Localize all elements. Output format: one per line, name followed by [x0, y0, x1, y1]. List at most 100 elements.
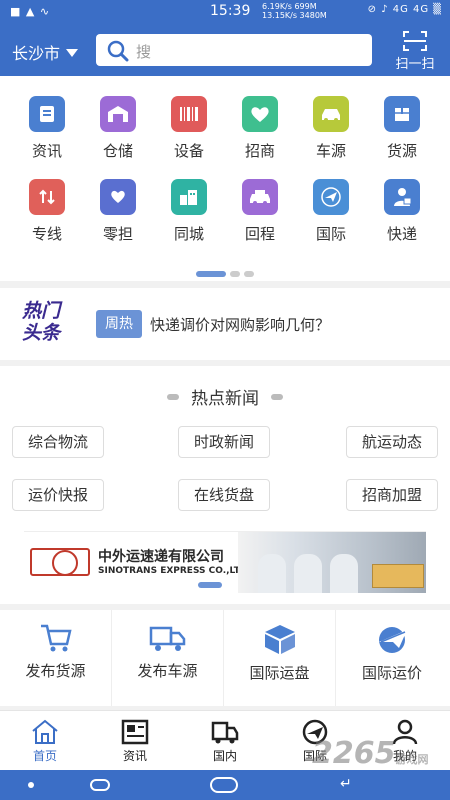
category-grid: 资讯 仓储 设备 招商 车源 货源 专线 零担 同城 回程 国际 快递 — [0, 76, 450, 281]
box-icon — [264, 625, 295, 654]
cargo-box-image — [372, 564, 424, 588]
person-figure — [294, 554, 322, 593]
globe-icon — [52, 550, 78, 576]
weekly-hot-tag: 周热 — [96, 310, 142, 338]
category-label: 货源 — [386, 142, 417, 160]
international-rate-button[interactable]: 国际运价 — [336, 610, 448, 706]
section-title-text: 热点新闻 — [191, 389, 259, 409]
category-label: 设备 — [173, 142, 204, 160]
scan-button[interactable]: 扫一扫 — [388, 30, 442, 72]
cart-icon — [40, 624, 72, 652]
category-equipment[interactable]: 设备 — [159, 96, 219, 166]
system-dot-icon[interactable] — [28, 782, 34, 788]
publish-section: 发布货源 发布车源 国际运盘 国际运价 — [0, 610, 450, 706]
news-icon — [121, 719, 149, 745]
globe-plane-icon — [379, 627, 407, 653]
city-label: 长沙市 — [12, 44, 61, 63]
news-chip[interactable]: 综合物流 — [12, 426, 104, 458]
logo-line-2: 头条 — [22, 322, 61, 344]
scan-label: 扫一扫 — [395, 57, 435, 72]
category-label: 招商 — [244, 142, 275, 160]
car-icon — [313, 96, 349, 132]
category-warehouse[interactable]: 仓储 — [88, 96, 148, 166]
company-name-en: SINOTRANS EXPRESS CO.,LTD. — [98, 566, 251, 576]
truck-icon — [211, 721, 239, 744]
category-courier[interactable]: 快递 — [372, 179, 432, 249]
home-button-icon[interactable] — [210, 777, 238, 793]
watermark-text: 2265 — [312, 736, 396, 771]
publish-label: 发布车源 — [137, 662, 198, 680]
indicator-dot-active — [196, 271, 226, 277]
logo-line-1: 热门 — [22, 300, 61, 322]
category-ltl[interactable]: 零担 — [88, 179, 148, 249]
status-right-icons: ⊘ ♪ 4G 4G ▒ — [367, 4, 442, 15]
nav-label: 资讯 — [122, 749, 147, 763]
category-vehicles[interactable]: 车源 — [301, 96, 361, 166]
title-dash-left — [167, 394, 179, 400]
status-left-icons: ■ ▲ ∿ — [10, 5, 51, 18]
return-truck-icon — [242, 179, 278, 215]
category-international[interactable]: 国际 — [301, 179, 361, 249]
watermark: 2265游戏网 — [312, 736, 429, 771]
category-news[interactable]: 资讯 — [17, 96, 77, 166]
speed-line-1: 6.19K/s 699M — [262, 2, 317, 11]
search-icon — [107, 40, 129, 62]
company-name-cn: 中外运速递有限公司 — [98, 549, 224, 565]
news-chip[interactable]: 招商加盟 — [346, 479, 438, 511]
heart-box-icon — [100, 179, 136, 215]
system-navigation-bar: ↵ — [0, 770, 450, 800]
category-cargo[interactable]: 货源 — [372, 96, 432, 166]
publish-label: 国际运价 — [361, 664, 422, 682]
title-dash-right — [271, 394, 283, 400]
nav-news[interactable]: 资讯 — [90, 711, 180, 771]
cargo-box-icon — [384, 96, 420, 132]
nav-home[interactable]: 首页 — [0, 711, 90, 771]
sinotrans-logo — [30, 548, 90, 576]
headline-text[interactable]: 快递调价对网购影响几何？ — [150, 314, 330, 335]
route-icon — [29, 179, 65, 215]
publish-label: 发布货源 — [25, 662, 86, 680]
search-placeholder: 搜 — [136, 43, 152, 61]
news-chip[interactable]: 时政新闻 — [178, 426, 270, 458]
publish-label: 国际运盘 — [249, 664, 310, 682]
banner-photo — [238, 532, 426, 593]
news-chip[interactable]: 运价快报 — [12, 479, 104, 511]
news-chip[interactable]: 航运动态 — [346, 426, 438, 458]
category-same-city[interactable]: 同城 — [159, 179, 219, 249]
barcode-icon — [171, 96, 207, 132]
category-investment[interactable]: 招商 — [230, 96, 290, 166]
speed-line-2: 13.15K/s 3480M — [262, 11, 327, 20]
home-icon — [32, 719, 58, 744]
indicator-dot — [230, 271, 240, 277]
category-label: 零担 — [102, 225, 133, 243]
publish-vehicle-button[interactable]: 发布车源 — [112, 610, 224, 706]
section-title: 热点新闻 — [0, 384, 450, 409]
status-time: 15:39 — [210, 3, 251, 19]
courier-icon — [384, 179, 420, 215]
nav-label: 国内 — [212, 749, 237, 763]
category-label: 国际 — [315, 225, 346, 243]
hot-news-section: 热点新闻 综合物流 时政新闻 航运动态 运价快报 在线货盘 招商加盟 中外运速递… — [0, 366, 450, 604]
carousel-indicator — [0, 262, 450, 281]
category-return-trip[interactable]: 回程 — [230, 179, 290, 249]
ad-banner[interactable]: 中外运速递有限公司 SINOTRANS EXPRESS CO.,LTD. — [24, 531, 426, 593]
news-chip[interactable]: 在线货盘 — [178, 479, 270, 511]
app-header: 长沙市 搜 扫一扫 — [0, 24, 450, 76]
status-bar: ■ ▲ ∿ 15:39 6.19K/s 699M 13.15K/s 3480M … — [0, 0, 450, 24]
city-selector[interactable]: 长沙市 — [12, 40, 79, 64]
nav-domestic[interactable]: 国内 — [180, 711, 270, 771]
search-input[interactable]: 搜 — [96, 34, 372, 66]
news-icon — [29, 96, 65, 132]
category-label: 资讯 — [31, 142, 62, 160]
airplane-icon — [313, 179, 349, 215]
hot-headline-bar[interactable]: 热门 头条 周热 快递调价对网购影响几何？ — [0, 288, 450, 360]
category-special-line[interactable]: 专线 — [17, 179, 77, 249]
category-label: 回程 — [244, 225, 275, 243]
watermark-sub: 游戏网 — [395, 753, 429, 766]
back-icon[interactable]: ↵ — [340, 776, 352, 792]
international-freight-button[interactable]: 国际运盘 — [224, 610, 336, 706]
publish-cargo-button[interactable]: 发布货源 — [0, 610, 112, 706]
recent-apps-icon[interactable] — [90, 779, 110, 791]
network-speed: 6.19K/s 699M 13.15K/s 3480M — [262, 2, 327, 20]
city-icon — [171, 179, 207, 215]
